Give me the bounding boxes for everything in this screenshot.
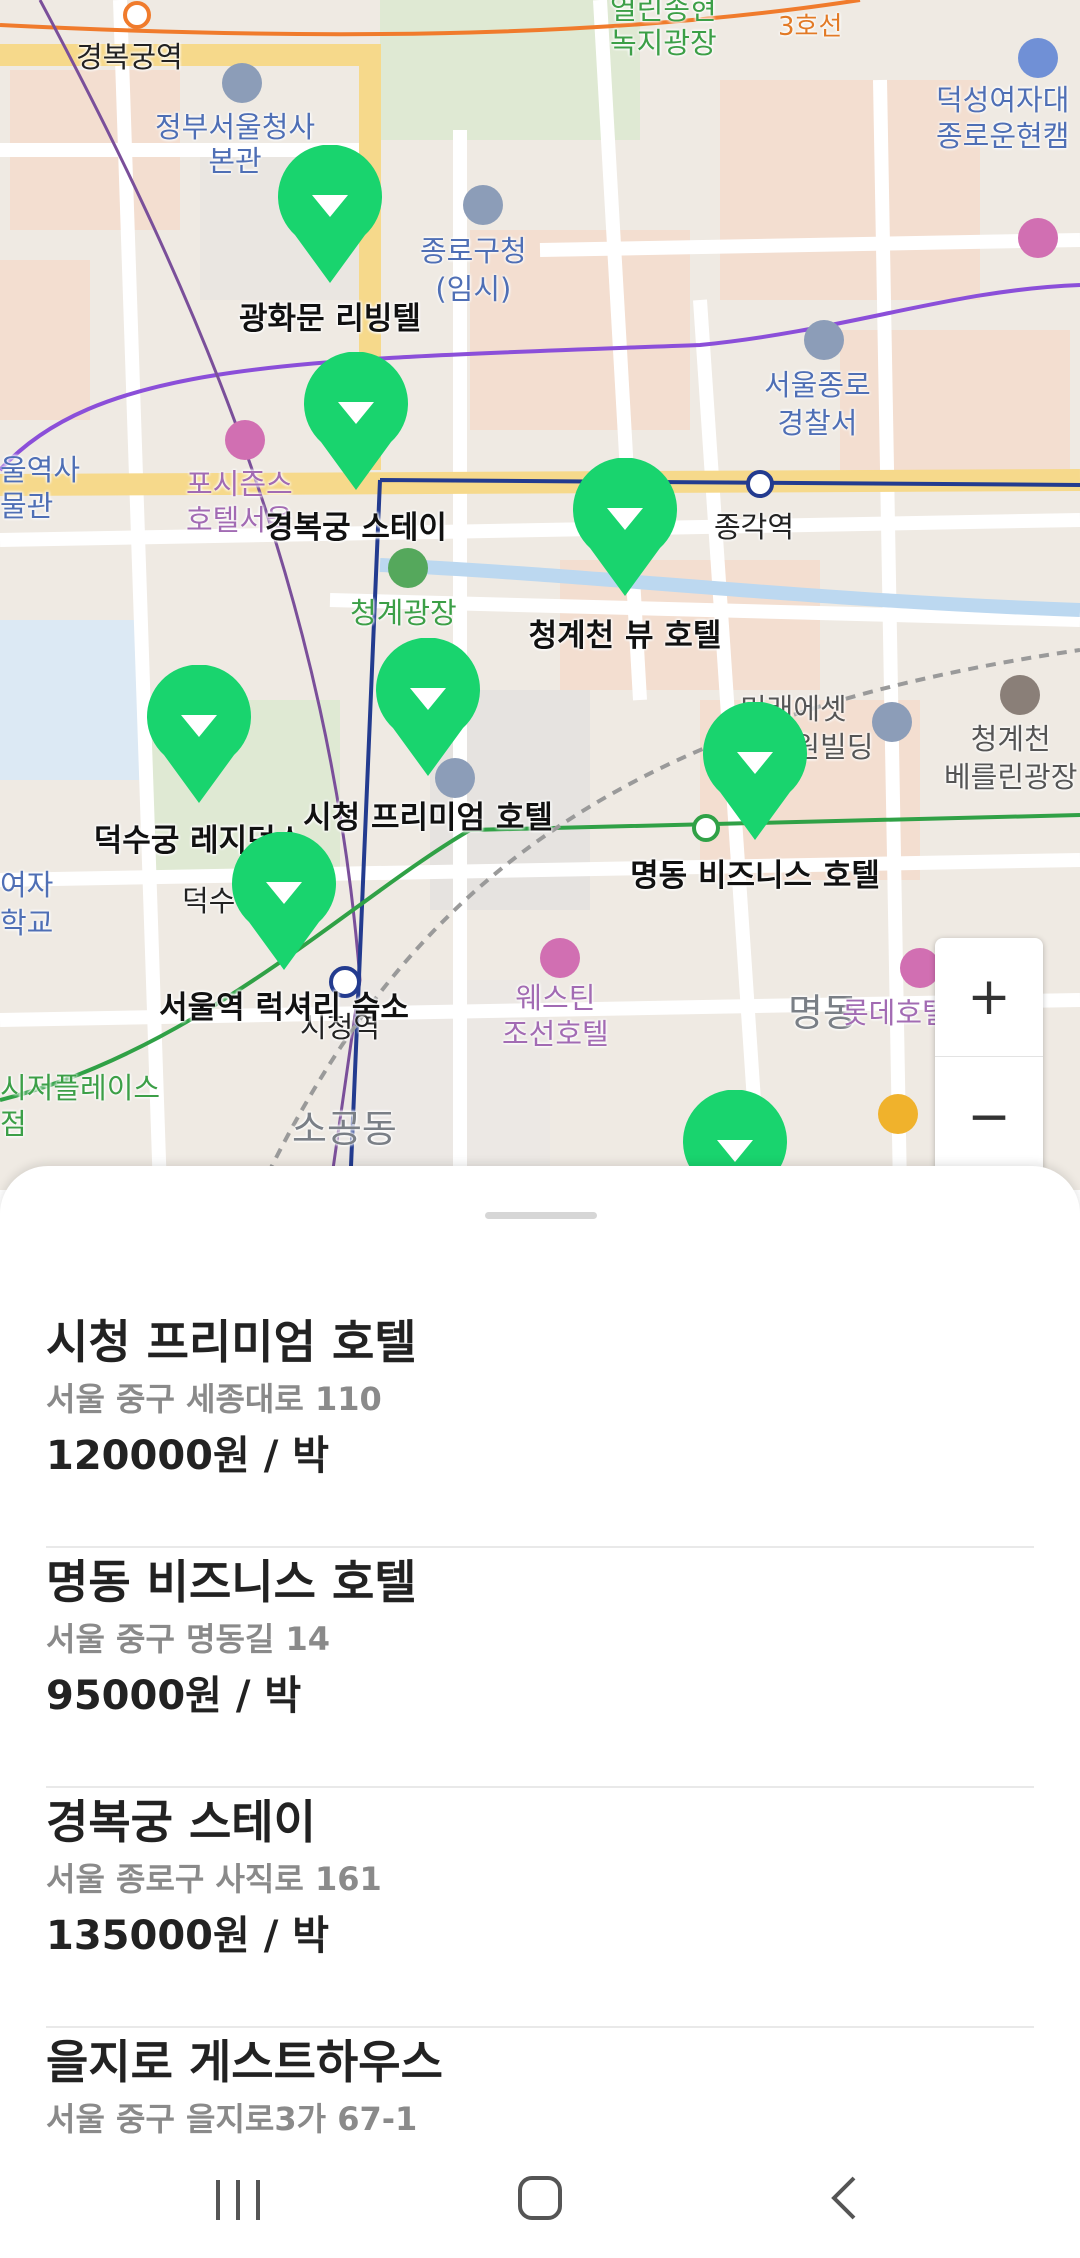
map-pin-icon bbox=[147, 665, 251, 803]
hotel-price: 120000원 / 박 bbox=[46, 1433, 330, 1479]
map-marker[interactable] bbox=[570, 458, 680, 598]
drag-handle[interactable] bbox=[485, 1212, 597, 1219]
marker-label: 명동 비즈니스 호텔 bbox=[630, 858, 880, 894]
map-label-school: 여자 학교 bbox=[0, 868, 54, 940]
back-icon bbox=[831, 2176, 856, 2220]
map-label-place: 시저플레이스 점 bbox=[0, 1071, 161, 1141]
back-button[interactable] bbox=[794, 2166, 894, 2230]
zoom-out-button[interactable]: − bbox=[935, 1058, 1043, 1176]
map-pin-icon bbox=[703, 702, 807, 840]
map-marker[interactable] bbox=[229, 832, 339, 972]
zoom-controls: + − bbox=[935, 938, 1043, 1178]
map-label-jonggak-station: 종각역 bbox=[714, 510, 795, 544]
list-item[interactable]: 을지로 게스트하우스 서울 중구 을지로3가 67-1 bbox=[46, 2030, 1034, 2136]
recent-apps-icon bbox=[216, 2180, 260, 2220]
map-pin-icon bbox=[304, 352, 408, 490]
map-label-jongno-office: 종로구청 (임시) bbox=[420, 234, 527, 306]
list-item[interactable]: 명동 비즈니스 호텔 서울 중구 명동길 14 95000원 / 박 bbox=[46, 1550, 1034, 1788]
map-label-deoksung-campus: 덕성여자대 종로운현캠 bbox=[936, 83, 1070, 153]
marker-label: 시청 프리미엄 호텔 bbox=[303, 800, 553, 836]
hotel-address: 서울 종로구 사직로 161 bbox=[46, 1860, 382, 1898]
map-marker[interactable] bbox=[275, 145, 385, 285]
map-label-cheonggye-berlin: 청계천 베를린광장 bbox=[944, 722, 1078, 794]
hotel-name: 시청 프리미엄 호텔 bbox=[46, 1315, 417, 1369]
map-marker[interactable] bbox=[700, 702, 810, 842]
map-label-gyeongbokgung-station: 경복궁역 bbox=[76, 40, 183, 74]
hotel-list[interactable]: 시청 프리미엄 호텔 서울 중구 세종대로 110 120000원 / 박 명동… bbox=[46, 1310, 1034, 2136]
bottom-sheet[interactable]: 시청 프리미엄 호텔 서울 중구 세종대로 110 120000원 / 박 명동… bbox=[0, 1166, 1080, 2136]
map-pin-icon bbox=[376, 638, 480, 776]
hotel-price: 135000원 / 박 bbox=[46, 1913, 330, 1959]
zoom-in-button[interactable]: + bbox=[935, 938, 1043, 1057]
map-pin-icon bbox=[278, 145, 382, 283]
map-label-deoksu: 덕수 bbox=[182, 884, 236, 918]
hotel-address: 서울 중구 세종대로 110 bbox=[46, 1380, 382, 1418]
system-nav-bar bbox=[0, 2136, 1080, 2258]
hotel-name: 명동 비즈니스 호텔 bbox=[46, 1555, 417, 1609]
map-label-cheonggye-plaza: 청계광장 bbox=[350, 596, 457, 630]
list-item[interactable]: 경복궁 스테이 서울 종로구 사직로 161 135000원 / 박 bbox=[46, 1790, 1034, 2028]
hotel-address: 서울 중구 을지로3가 67-1 bbox=[46, 2100, 418, 2136]
map-label-westin: 웨스틴 조선호텔 bbox=[502, 981, 609, 1051]
hotel-price: 95000원 / 박 bbox=[46, 1673, 302, 1719]
map-pin-icon bbox=[573, 458, 677, 596]
hotel-name: 을지로 게스트하우스 bbox=[46, 2035, 443, 2089]
marker-label: 광화문 리빙텔 bbox=[239, 301, 421, 337]
marker-label: 청계천 뷰 호텔 bbox=[528, 618, 722, 654]
map-marker[interactable] bbox=[144, 665, 254, 805]
map-marker[interactable] bbox=[301, 352, 411, 492]
marker-label: 서울역 럭셔리 숙소 bbox=[159, 990, 409, 1026]
map-marker[interactable] bbox=[373, 638, 483, 778]
home-button[interactable] bbox=[490, 2166, 590, 2230]
hotel-address: 서울 중구 명동길 14 bbox=[46, 1620, 331, 1658]
marker-label: 경복궁 스테이 bbox=[265, 510, 447, 546]
map-view[interactable]: 경복궁역 정부서울청사 본관 종로구청 (임시) 서울종로 경찰서 종각역 청계… bbox=[0, 0, 1080, 1190]
map-label-line3: 3호선 bbox=[778, 12, 843, 42]
list-item[interactable]: 시청 프리미엄 호텔 서울 중구 세종대로 110 120000원 / 박 bbox=[46, 1310, 1034, 1548]
map-label-open-songhyeon: 열린송현 녹지광장 bbox=[610, 0, 717, 60]
map-label-sogong-dong: 소공동 bbox=[292, 1107, 397, 1151]
map-label-jongno-police: 서울종로 경찰서 bbox=[764, 368, 871, 440]
hotel-name: 경복궁 스테이 bbox=[46, 1795, 316, 1849]
map-pin-icon bbox=[232, 832, 336, 970]
home-icon bbox=[518, 2176, 562, 2220]
recent-apps-button[interactable] bbox=[188, 2166, 288, 2230]
map-label-lotte-hotel: 롯데호텔 bbox=[842, 996, 949, 1030]
map-label-history-museum: 울역사 물관 bbox=[0, 453, 81, 523]
